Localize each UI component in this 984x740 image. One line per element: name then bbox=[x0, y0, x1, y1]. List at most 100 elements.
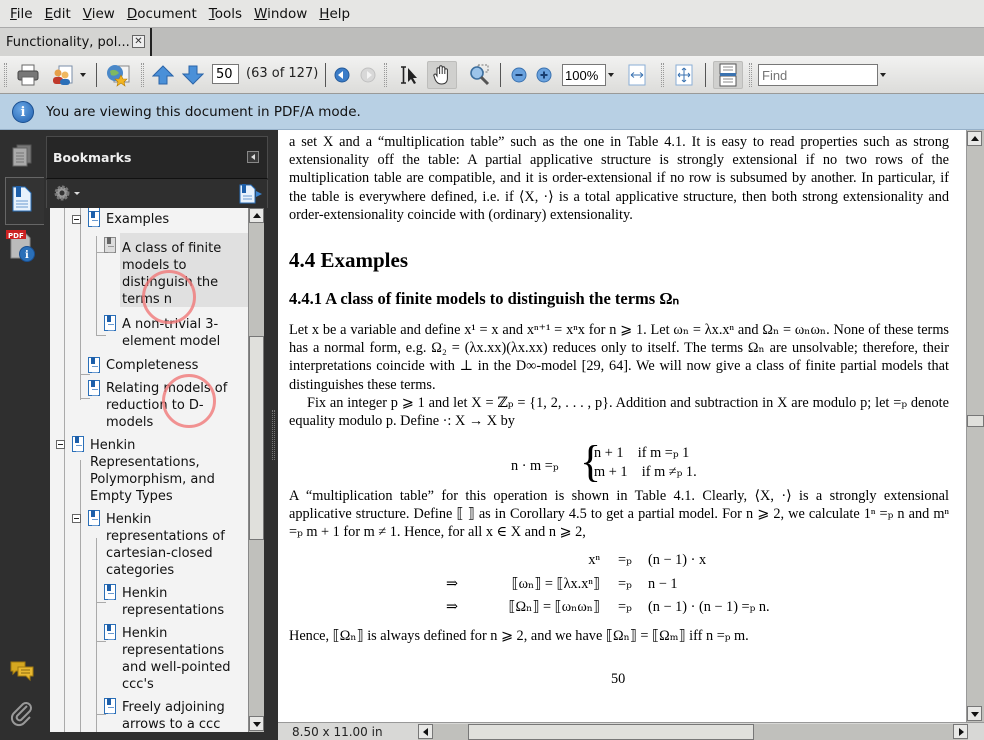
pdfa-info-bar: i You are viewing this document in PDF/A… bbox=[0, 94, 984, 130]
pages-panel-button[interactable] bbox=[12, 144, 32, 172]
find-input[interactable] bbox=[758, 64, 878, 86]
equation-case: m + 1 if m ≠ₚ 1. bbox=[594, 464, 697, 480]
scroll-thumb[interactable] bbox=[967, 415, 984, 427]
previous-page-button[interactable] bbox=[150, 61, 176, 89]
scroll-right-button[interactable] bbox=[953, 724, 968, 739]
arrow-down-icon bbox=[182, 65, 204, 85]
document-horizontal-scrollbar[interactable] bbox=[418, 724, 968, 740]
zoom-dropdown-icon[interactable] bbox=[608, 73, 614, 77]
toolbar: (63 of 127) bbox=[0, 56, 984, 94]
page-size: 8.50 x 11.00 in bbox=[292, 725, 383, 739]
menu-help[interactable]: Help bbox=[313, 6, 356, 22]
zoom-out-icon bbox=[511, 67, 527, 83]
share-dropdown-icon[interactable] bbox=[80, 73, 86, 77]
navigation-rail: PDF i bbox=[0, 130, 45, 740]
document-properties-panel-button[interactable]: PDF i bbox=[5, 229, 37, 267]
toolbar-grip[interactable] bbox=[141, 63, 144, 87]
next-page-button[interactable] bbox=[180, 61, 206, 89]
panel-splitter[interactable] bbox=[270, 130, 278, 740]
toolbar-separator bbox=[705, 63, 706, 87]
bookmark-item[interactable]: Completeness bbox=[50, 354, 258, 376]
scroll-up-button[interactable] bbox=[967, 131, 982, 146]
bookmarks-panel-button[interactable] bbox=[12, 186, 32, 216]
menu-tools[interactable]: Tools bbox=[203, 6, 248, 22]
comments-panel-button[interactable] bbox=[9, 660, 35, 686]
marquee-zoom-button[interactable] bbox=[466, 61, 494, 89]
toolbar-grip[interactable] bbox=[661, 63, 664, 87]
menu-document[interactable]: Document bbox=[121, 6, 203, 22]
bookmark-icon bbox=[104, 698, 116, 714]
toolbar-grip[interactable] bbox=[4, 63, 7, 87]
bookmark-expand-icon bbox=[239, 184, 262, 204]
bookmark-item[interactable]: Henkin representations bbox=[50, 582, 258, 622]
scroll-down-button[interactable] bbox=[249, 716, 264, 731]
page-number-input[interactable] bbox=[212, 64, 239, 84]
collapse-toggle[interactable] bbox=[72, 514, 81, 523]
bookmark-tree-scrollbar[interactable] bbox=[248, 208, 264, 732]
previous-view-button[interactable] bbox=[332, 61, 352, 89]
equation-rhs: (n − 1) · (n − 1) =ₚ n. bbox=[648, 599, 770, 615]
zoom-in-button[interactable] bbox=[535, 61, 553, 89]
pdfa-info-message: You are viewing this document in PDF/A m… bbox=[46, 103, 361, 120]
bookmark-icon bbox=[72, 436, 84, 452]
collaborate-button[interactable] bbox=[104, 61, 132, 89]
bookmark-item[interactable]: Henkin representations of cartesian-clos… bbox=[50, 508, 258, 582]
paperclip-icon bbox=[10, 702, 32, 727]
menu-edit[interactable]: Edit bbox=[39, 6, 77, 22]
bookmark-options-button[interactable] bbox=[53, 184, 81, 208]
equation-relation: =ₚ bbox=[618, 576, 632, 592]
expand-bookmark-button[interactable] bbox=[239, 184, 263, 208]
collapse-panel-button[interactable] bbox=[247, 151, 259, 163]
zoom-in-icon bbox=[536, 67, 552, 83]
zoom-out-button[interactable] bbox=[510, 61, 528, 89]
collapse-toggle[interactable] bbox=[56, 440, 65, 449]
scroll-thumb[interactable] bbox=[249, 336, 264, 540]
menu-window[interactable]: Window bbox=[248, 6, 313, 22]
scroll-left-button[interactable] bbox=[418, 724, 433, 739]
find-options-dropdown-icon[interactable] bbox=[880, 73, 886, 77]
bookmarks-icon bbox=[12, 186, 32, 212]
select-tool-button[interactable] bbox=[396, 61, 422, 89]
menu-view[interactable]: View bbox=[77, 6, 121, 22]
equation-lhs: xⁿ bbox=[588, 552, 600, 568]
bookmarks-title: Bookmarks bbox=[53, 150, 132, 165]
paragraph: Fix an integer p ⩾ 1 and let X = ℤₚ = {1… bbox=[289, 395, 949, 430]
scroll-up-button[interactable] bbox=[249, 208, 264, 223]
svg-text:PDF: PDF bbox=[8, 232, 24, 240]
scroll-down-button[interactable] bbox=[967, 706, 982, 721]
status-bar: 8.50 x 11.00 in bbox=[278, 722, 984, 740]
marquee-zoom-icon bbox=[470, 64, 490, 86]
close-tab-icon[interactable]: ✕ bbox=[132, 35, 145, 48]
bookmark-item[interactable]: Freely adjoining arrows to a ccc bbox=[50, 696, 258, 732]
scroll-thumb[interactable] bbox=[468, 724, 754, 740]
toolbar-grip[interactable] bbox=[384, 63, 387, 87]
bookmark-icon bbox=[88, 357, 100, 373]
splitter-grip[interactable] bbox=[272, 410, 275, 460]
menu-file[interactable]: File bbox=[4, 6, 39, 22]
bookmark-tree: Examples A class of finite models to dis… bbox=[50, 208, 258, 732]
bookmark-item[interactable]: Henkin Representations, Polymorphism, an… bbox=[50, 434, 258, 508]
paragraph: A “multiplication table” for this operat… bbox=[289, 488, 949, 541]
printer-icon bbox=[17, 64, 39, 86]
print-button[interactable] bbox=[14, 61, 42, 89]
fit-page-icon bbox=[675, 64, 693, 86]
share-button[interactable] bbox=[50, 61, 76, 89]
continuous-page-button[interactable] bbox=[713, 61, 743, 89]
bookmark-icon bbox=[104, 315, 116, 331]
fit-page-button[interactable] bbox=[673, 61, 695, 89]
fit-width-button[interactable] bbox=[626, 61, 648, 89]
equation-lhs: ⟦ωₙ⟧ = ⟦λx.xⁿ⟧ bbox=[511, 576, 600, 592]
bookmark-item[interactable]: Examples bbox=[50, 208, 258, 230]
collapse-toggle[interactable] bbox=[72, 215, 81, 224]
bookmark-item[interactable]: Henkin representations and well-pointed … bbox=[50, 622, 258, 696]
attachments-panel-button[interactable] bbox=[10, 701, 34, 731]
bookmark-icon bbox=[88, 510, 100, 526]
bookmark-item[interactable]: Relating models of reduction to D-models bbox=[50, 377, 258, 433]
zoom-level-input[interactable] bbox=[562, 64, 606, 86]
document-vertical-scrollbar[interactable] bbox=[966, 130, 984, 722]
next-view-button[interactable] bbox=[358, 61, 378, 89]
document-tab[interactable]: Functionality, pol... ✕ bbox=[0, 28, 152, 56]
bookmark-icon bbox=[88, 211, 100, 227]
hand-tool-button[interactable] bbox=[427, 61, 457, 89]
toolbar-grip[interactable] bbox=[749, 63, 752, 87]
